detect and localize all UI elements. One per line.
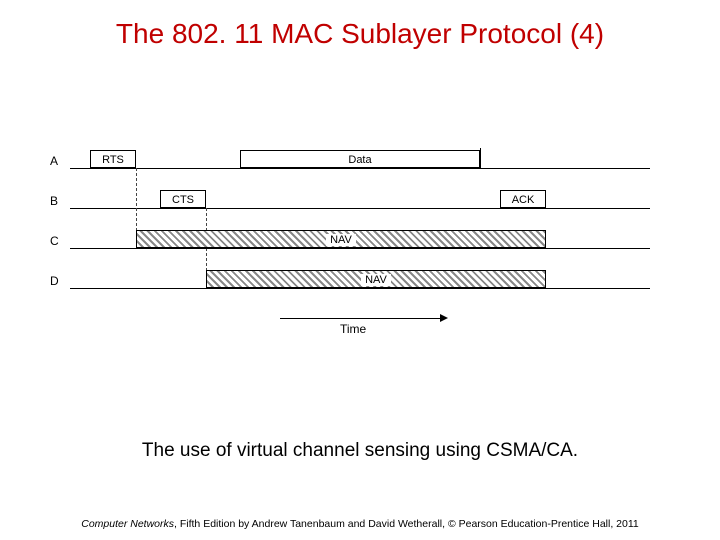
axis-c xyxy=(70,248,650,249)
frame-cts: CTS xyxy=(160,190,206,208)
axis-d xyxy=(70,288,650,289)
row-label-d: D xyxy=(50,274,59,288)
timing-diagram: A RTS Data B CTS ACK C NAV D NAV Time xyxy=(50,150,670,350)
time-axis-label: Time xyxy=(340,322,366,336)
frame-ack: ACK xyxy=(500,190,546,208)
page-title: The 802. 11 MAC Sublayer Protocol (4) xyxy=(0,0,720,50)
guide-rts-end xyxy=(136,168,137,236)
row-label-a: A xyxy=(50,154,58,168)
frame-nav-c: NAV xyxy=(136,230,546,248)
footer-rest: , Fifth Edition by Andrew Tanenbaum and … xyxy=(174,518,639,530)
nav-d-label: NAV xyxy=(361,274,391,286)
axis-b xyxy=(70,208,650,209)
row-label-c: C xyxy=(50,234,59,248)
frame-nav-d: NAV xyxy=(206,270,546,288)
nav-c-label: NAV xyxy=(326,234,356,246)
frame-rts: RTS xyxy=(90,150,136,168)
figure-caption: The use of virtual channel sensing using… xyxy=(0,440,720,462)
row-label-b: B xyxy=(50,194,58,208)
frame-data: Data xyxy=(240,150,480,168)
time-arrow-head-icon xyxy=(440,314,448,322)
footer-book-title: Computer Networks xyxy=(81,518,174,530)
tick-data-end xyxy=(480,148,481,168)
footer-credit: Computer Networks, Fifth Edition by Andr… xyxy=(0,518,720,530)
time-arrow-line xyxy=(280,318,440,319)
